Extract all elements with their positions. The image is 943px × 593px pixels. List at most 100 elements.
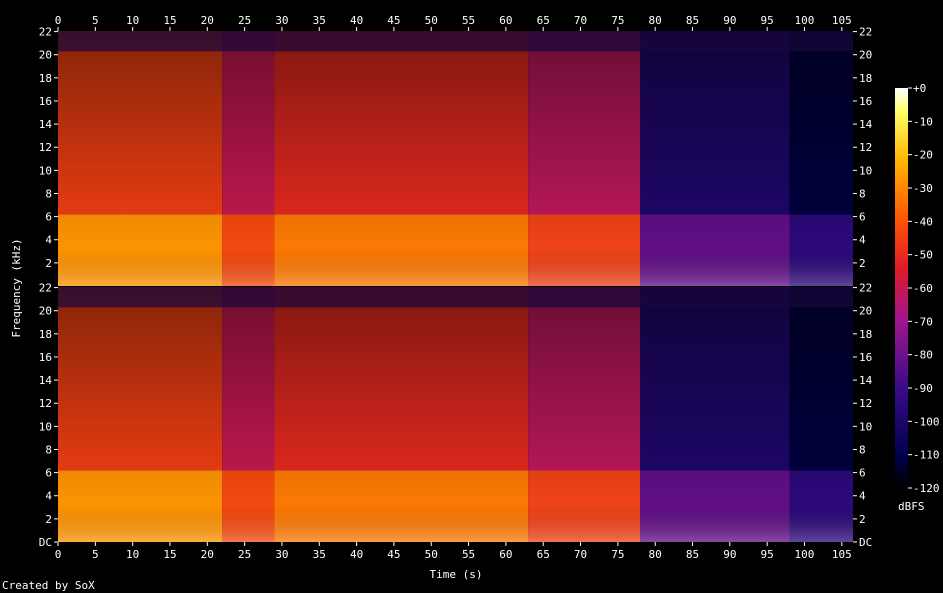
colorbar-tick-label: -30 bbox=[913, 182, 933, 195]
y-axis-label: Frequency (kHz) bbox=[10, 238, 23, 337]
colorbar-tick-label: -60 bbox=[913, 282, 933, 295]
x-tick-bottom-label: 65 bbox=[537, 548, 550, 561]
colorbar-tick-label: -90 bbox=[913, 382, 933, 395]
y-tick-label: 16 bbox=[39, 95, 52, 108]
y-tick-label: 18 bbox=[859, 72, 872, 85]
y-tick-label: 6 bbox=[859, 211, 866, 224]
colorbar-tick-label: -50 bbox=[913, 249, 933, 262]
y-tick-label: 22 bbox=[859, 282, 872, 295]
colorbar-label: dBFS bbox=[898, 500, 925, 513]
y-tick-label: 16 bbox=[859, 351, 872, 364]
colorbar-tick-label: -20 bbox=[913, 149, 933, 162]
x-tick-top-label: 0 bbox=[55, 14, 62, 27]
freq-shade-ch2 bbox=[58, 287, 853, 542]
x-tick-bottom-label: 55 bbox=[462, 548, 475, 561]
colorbar-tick-label: -70 bbox=[913, 315, 933, 328]
freq-shade-ch1 bbox=[58, 31, 853, 286]
x-tick-top-label: 30 bbox=[275, 14, 288, 27]
x-tick-bottom-label: 70 bbox=[574, 548, 587, 561]
colorbar-tick-label: -110 bbox=[913, 449, 940, 462]
y-tick-label: 10 bbox=[39, 420, 52, 433]
credit-text: Created by SoX bbox=[2, 579, 95, 592]
y-tick-label: 12 bbox=[39, 141, 52, 154]
y-tick-label: 18 bbox=[859, 328, 872, 341]
x-tick-bottom-label: 20 bbox=[201, 548, 214, 561]
y-tick-label: DC bbox=[39, 536, 52, 549]
colorbar-tick-label: +0 bbox=[913, 82, 926, 95]
x-tick-top-label: 5 bbox=[92, 14, 99, 27]
x-tick-bottom-label: 25 bbox=[238, 548, 251, 561]
y-tick-label: 14 bbox=[39, 374, 53, 387]
y-tick-label: 12 bbox=[39, 397, 52, 410]
y-tick-label: 14 bbox=[39, 118, 53, 131]
x-tick-bottom-label: 50 bbox=[425, 548, 438, 561]
x-tick-top-label: 70 bbox=[574, 14, 587, 27]
x-tick-bottom-label: 80 bbox=[649, 548, 662, 561]
x-axis-label: Time (s) bbox=[430, 568, 483, 581]
x-tick-top-label: 25 bbox=[238, 14, 251, 27]
spectrogram-chart: 0 5 10 15 20 25 30 35 40 45 50 55 60 65 70 75 80 85 90 95 10… bbox=[2, 14, 940, 592]
x-tick-bottom-label: 35 bbox=[313, 548, 326, 561]
y-tick-label: 6 bbox=[859, 467, 866, 480]
y-tick-label: 14 bbox=[859, 374, 873, 387]
y-tick-label: 22 bbox=[859, 26, 872, 39]
x-tick-bottom-label: 15 bbox=[163, 548, 176, 561]
x-tick-bottom-label: 100 bbox=[795, 548, 815, 561]
x-tick-top-label: 90 bbox=[723, 14, 736, 27]
y-tick-label: 12 bbox=[859, 141, 872, 154]
y-tick-label: 8 bbox=[45, 187, 52, 200]
y-tick-label: 20 bbox=[39, 49, 52, 62]
y-tick-label: 8 bbox=[45, 443, 52, 456]
channel-1-spectrogram bbox=[58, 31, 853, 286]
x-tick-bottom-label: 105 bbox=[832, 548, 852, 561]
y-tick-label: 16 bbox=[859, 95, 872, 108]
y-tick-label: 2 bbox=[859, 257, 866, 270]
y-tick-label: 10 bbox=[859, 420, 872, 433]
y-tick-label: 8 bbox=[859, 187, 866, 200]
x-tick-bottom-label: 0 bbox=[55, 548, 62, 561]
y-tick-label: 20 bbox=[39, 305, 52, 318]
y-tick-label: 10 bbox=[859, 164, 872, 177]
y-tick-label: 4 bbox=[859, 234, 866, 247]
x-tick-top-label: 85 bbox=[686, 14, 699, 27]
x-tick-top-label: 20 bbox=[201, 14, 214, 27]
x-tick-bottom-label: 10 bbox=[126, 548, 139, 561]
y-tick-label: 20 bbox=[859, 305, 872, 318]
x-tick-bottom-label: 75 bbox=[611, 548, 624, 561]
y-tick-label: 6 bbox=[45, 467, 52, 480]
y-tick-label: 18 bbox=[39, 72, 52, 85]
x-tick-top-label: 60 bbox=[499, 14, 512, 27]
x-tick-bottom-label: 30 bbox=[275, 548, 288, 561]
x-tick-top-label: 10 bbox=[126, 14, 139, 27]
y-tick-label: 12 bbox=[859, 397, 872, 410]
y-tick-label: 16 bbox=[39, 351, 52, 364]
x-tick-bottom-label: 90 bbox=[723, 548, 736, 561]
y-tick-label: 4 bbox=[45, 490, 52, 503]
colorbar-tick-label: -80 bbox=[913, 349, 933, 362]
colorbar-tick-label: -120 bbox=[913, 482, 940, 495]
x-tick-bottom-label: 40 bbox=[350, 548, 363, 561]
x-tick-top-label: 15 bbox=[163, 14, 176, 27]
x-tick-bottom-label: 5 bbox=[92, 548, 99, 561]
colorbar-tick-label: -10 bbox=[913, 115, 933, 128]
y-tick-label: DC bbox=[859, 536, 872, 549]
y-tick-label: 10 bbox=[39, 164, 52, 177]
x-tick-top-label: 100 bbox=[795, 14, 815, 27]
y-tick-label: 6 bbox=[45, 211, 52, 224]
y-tick-label: 2 bbox=[859, 513, 866, 526]
colorbar-tick-label: -100 bbox=[913, 415, 940, 428]
channel-2-spectrogram bbox=[58, 287, 853, 542]
x-tick-top-label: 45 bbox=[387, 14, 400, 27]
y-tick-label: 22 bbox=[39, 26, 52, 39]
y-tick-label: 14 bbox=[859, 118, 873, 131]
x-tick-top-label: 80 bbox=[649, 14, 662, 27]
x-tick-top-label: 105 bbox=[832, 14, 852, 27]
colorbar bbox=[895, 88, 908, 488]
x-tick-top-label: 75 bbox=[611, 14, 624, 27]
x-tick-top-label: 65 bbox=[537, 14, 550, 27]
y-tick-label: 8 bbox=[859, 443, 866, 456]
y-tick-label: 20 bbox=[859, 49, 872, 62]
x-tick-bottom-label: 95 bbox=[761, 548, 774, 561]
x-tick-top-label: 50 bbox=[425, 14, 438, 27]
x-tick-bottom-label: 85 bbox=[686, 548, 699, 561]
